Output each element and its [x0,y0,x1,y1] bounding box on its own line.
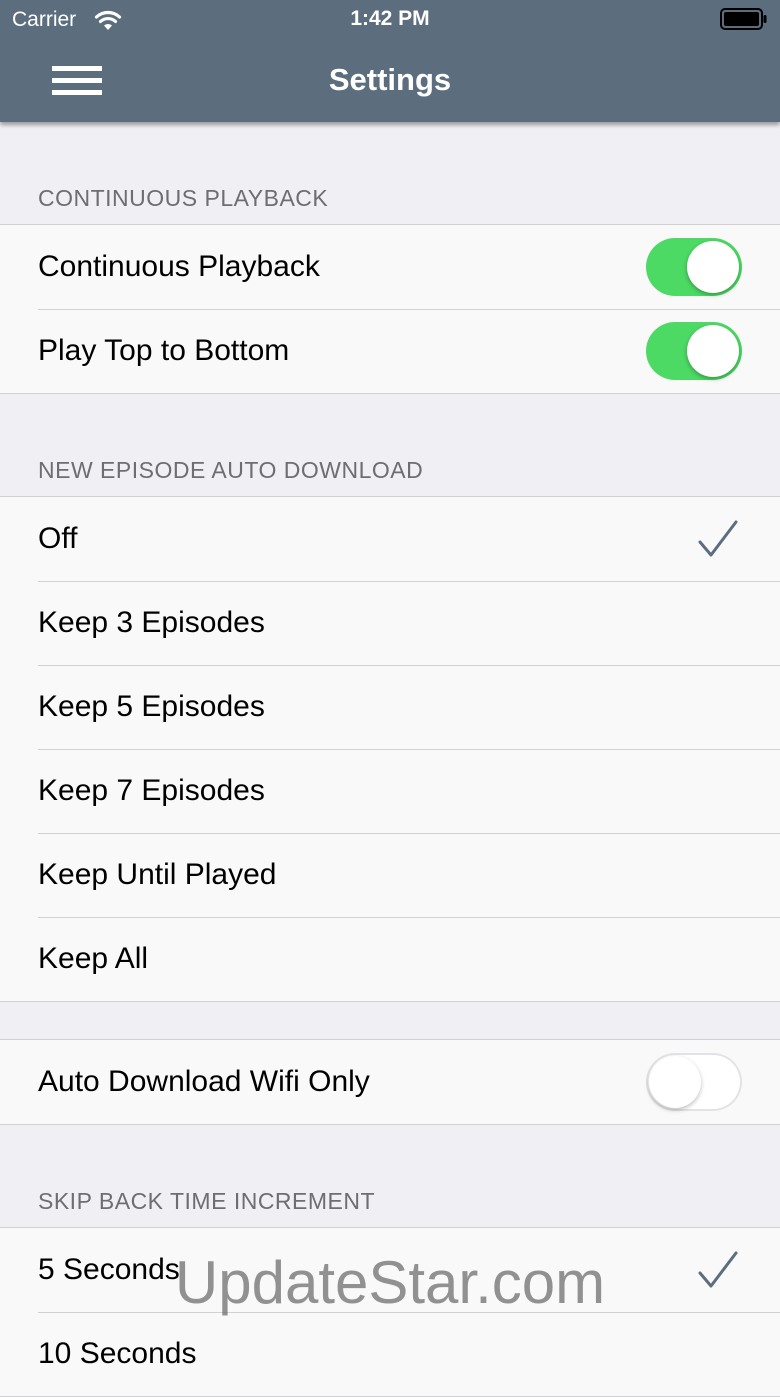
battery-icon [720,8,767,30]
option-label: Off [38,522,78,555]
settings-list: CONTINUOUS PLAYBACK Continuous Playback … [0,122,780,1397]
option-keep-until-played[interactable]: Keep Until Played [0,833,780,917]
continuous-playback-row: Continuous Playback [0,225,780,309]
option-label: Keep 5 Episodes [38,690,265,723]
option-10-seconds[interactable]: 10 Seconds [0,1312,780,1396]
option-label: 5 Seconds [38,1253,180,1286]
auto-download-options: Off Keep 3 Episodes Keep 5 Episodes Keep… [0,497,780,1002]
navigation-bar: Carrier 1:42 PM Settings [0,0,780,122]
toggle-knob [687,325,739,377]
status-time: 1:42 PM [350,7,430,30]
page-title: Settings [328,62,452,97]
option-keep-7-episodes[interactable]: Keep 7 Episodes [0,749,780,833]
option-keep-3-episodes[interactable]: Keep 3 Episodes [0,581,780,665]
option-off[interactable]: Off [0,497,780,581]
status-bar: Carrier 1:42 PM [0,0,780,40]
option-keep-5-episodes[interactable]: Keep 5 Episodes [0,665,780,749]
option-keep-all[interactable]: Keep All [0,917,780,1001]
option-5-seconds[interactable]: 5 Seconds [0,1228,780,1312]
skip-back-options: 5 Seconds 10 Seconds [0,1228,780,1397]
checkmark-icon [698,520,738,557]
option-label: Keep All [38,942,149,975]
row-label: Continuous Playback [38,250,320,283]
continuous-playback-toggle[interactable] [646,238,742,296]
section-header-continuous-playback: CONTINUOUS PLAYBACK [0,122,780,225]
toggle-knob [687,241,739,293]
option-label: Keep Until Played [38,858,277,891]
row-label: Auto Download Wifi Only [38,1065,370,1098]
section-header-auto-download: NEW EPISODE AUTO DOWNLOAD [0,394,780,497]
auto-download-wifi-only-row: Auto Download Wifi Only [0,1040,780,1124]
section-header-skip-back: SKIP BACK TIME INCREMENT [0,1125,780,1228]
toggle-knob [649,1056,701,1108]
play-top-to-bottom-toggle[interactable] [646,322,742,380]
wifi-group: Auto Download Wifi Only [0,1040,780,1125]
option-label: Keep 3 Episodes [38,606,265,639]
option-label: 10 Seconds [38,1337,197,1370]
option-label: Keep 7 Episodes [38,774,265,807]
continuous-playback-group: Continuous Playback Play Top to Bottom [0,225,780,394]
play-top-to-bottom-row: Play Top to Bottom [0,309,780,393]
auto-download-wifi-only-toggle[interactable] [646,1053,742,1111]
row-label: Play Top to Bottom [38,334,290,367]
checkmark-icon [698,1251,738,1288]
section-spacer [0,1002,780,1040]
